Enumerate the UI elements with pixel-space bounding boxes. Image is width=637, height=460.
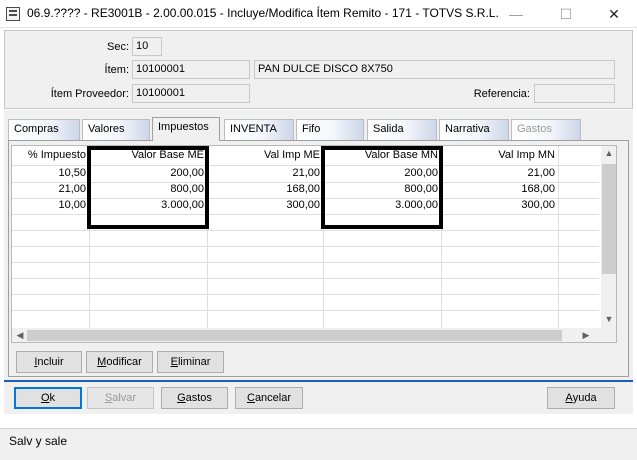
incluir-button[interactable]: Incluir (16, 351, 82, 373)
vertical-scrollbar[interactable]: ▲ ▼ (601, 146, 616, 328)
ok-button[interactable]: Ok (14, 387, 82, 409)
tab-label: Salida (373, 123, 404, 135)
modificar-mnemonic: M (97, 356, 107, 368)
tab-label: Fifo (302, 123, 321, 135)
highlight-box-valor-base-me (87, 146, 209, 229)
highlight-box-valor-base-mn (321, 146, 443, 229)
gastos-label: astos (185, 392, 212, 404)
item-label: Ítem: (104, 64, 129, 76)
close-button[interactable]: ✕ (591, 0, 637, 28)
tab-label: INVENTA (230, 123, 277, 135)
item-description-field: PAN DULCE DISCO 8X750 (254, 60, 615, 79)
eliminar-button[interactable]: Eliminar (157, 351, 224, 373)
column-header-val-imp-mn[interactable]: Val Imp MN (441, 149, 558, 165)
column-header-val-imp-me[interactable]: Val Imp ME (207, 149, 323, 165)
maximize-button[interactable]: ☐ (543, 0, 589, 28)
minimize-icon: — (509, 6, 523, 22)
referencia-field (534, 84, 615, 103)
scroll-down-icon[interactable]: ▼ (601, 314, 616, 324)
cell-impuesto[interactable]: 10,50 (12, 167, 89, 179)
close-icon: ✕ (608, 5, 620, 22)
ayuda-mnemonic: A (565, 392, 573, 404)
item-code-field: 10100001 (132, 60, 250, 79)
item-proveedor-field: 10100001 (132, 84, 250, 103)
sec-label: Sec: (106, 41, 129, 53)
vertical-scroll-thumb[interactable] (602, 164, 616, 274)
cell-val-imp-mn[interactable]: 168,00 (441, 183, 558, 195)
ok-label: k (49, 392, 56, 404)
salvar-label: alvar (112, 392, 137, 404)
cancelar-button[interactable]: Cancelar (235, 387, 303, 409)
salvar-button: Salvar (87, 387, 154, 409)
cell-val-imp-mn[interactable]: 21,00 (441, 167, 558, 179)
tab-label: Narrativa (445, 123, 490, 135)
tab-compras[interactable]: Compras (8, 119, 80, 140)
status-text: Salv y sale (9, 434, 68, 448)
cell-val-imp-mn[interactable]: 300,00 (441, 199, 558, 211)
cell-val-imp-me[interactable]: 168,00 (207, 183, 323, 195)
tab-fifo[interactable]: Fifo (296, 119, 364, 140)
horizontal-scroll-thumb[interactable] (27, 330, 562, 341)
referencia-label: Referencia: (473, 88, 530, 100)
scroll-left-icon[interactable]: ◀ (12, 330, 28, 341)
tab-gastos: Gastos (511, 119, 581, 140)
minimize-button[interactable]: — (493, 0, 539, 28)
incluir-label: ncluir (37, 356, 64, 368)
tab-salida[interactable]: Salida (367, 119, 437, 140)
impuestos-grid[interactable]: % Impuesto Valor Base ME Val Imp ME Valo… (11, 145, 617, 343)
eliminar-label: liminar (177, 356, 211, 368)
tab-label: Valores (88, 123, 125, 135)
tab-valores[interactable]: Valores (82, 119, 150, 140)
tab-label: Gastos (517, 123, 552, 135)
tab-inventa[interactable]: INVENTA (224, 119, 294, 140)
tab-label: Compras (14, 123, 59, 135)
column-header-impuesto[interactable]: % Impuesto (12, 149, 89, 165)
tab-narrativa[interactable]: Narrativa (439, 119, 509, 140)
tab-label: Impuestos (158, 121, 209, 133)
modificar-button[interactable]: Modificar (86, 351, 153, 373)
scroll-corner (599, 328, 616, 342)
item-proveedor-label: Ítem Proveedor: (50, 88, 129, 100)
cell-val-imp-me[interactable]: 21,00 (207, 167, 323, 179)
title-bar: 06.9.???? - RE3001B - 2.00.00.015 - Incl… (0, 0, 637, 28)
cancelar-label: ancelar (254, 392, 292, 404)
maximize-icon: ☐ (559, 5, 573, 22)
window-title: 06.9.???? - RE3001B - 2.00.00.015 - Incl… (27, 6, 499, 20)
sec-field: 10 (132, 37, 162, 56)
app-icon (6, 7, 20, 21)
ok-mnemonic: O (40, 392, 50, 404)
header-form: Sec: 10 Ítem: 10100001 PAN DULCE DISCO 8… (4, 30, 633, 109)
cell-impuesto[interactable]: 10,00 (12, 199, 89, 211)
ayuda-label: yuda (572, 392, 597, 404)
cancelar-mnemonic: C (246, 392, 255, 404)
salvar-mnemonic: S (104, 392, 113, 404)
cell-val-imp-me[interactable]: 300,00 (207, 199, 323, 211)
modificar-label: odificar (106, 356, 142, 368)
eliminar-mnemonic: E (170, 356, 178, 368)
horizontal-scrollbar[interactable]: ◀ ▶ (12, 328, 599, 342)
tab-impuestos[interactable]: Impuestos (152, 117, 220, 141)
cell-impuesto[interactable]: 21,00 (12, 183, 89, 195)
scroll-right-icon[interactable]: ▶ (578, 330, 594, 341)
gastos-button[interactable]: Gastos (161, 387, 228, 409)
status-bar: Salv y sale (0, 428, 637, 460)
gastos-mnemonic: G (177, 392, 186, 404)
scroll-up-icon[interactable]: ▲ (601, 148, 616, 158)
ayuda-button[interactable]: Ayuda (547, 387, 615, 409)
